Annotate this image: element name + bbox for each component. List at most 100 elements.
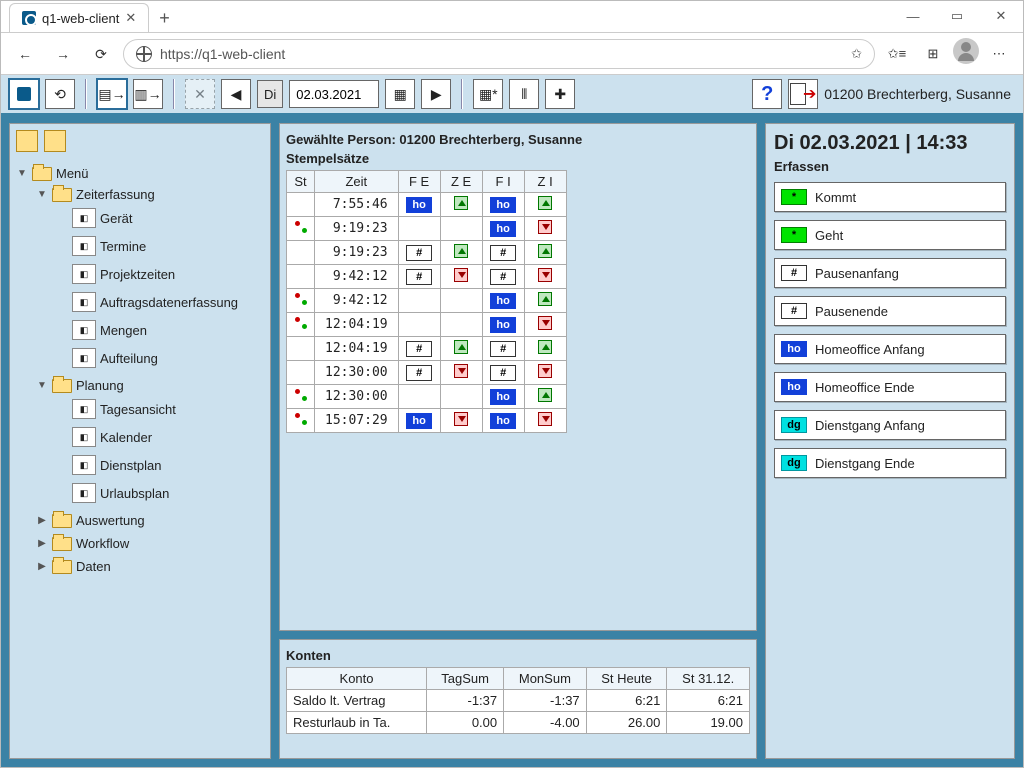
browser-tab[interactable]: q1-web-client ✕ (9, 3, 149, 32)
url-input[interactable] (160, 46, 843, 62)
table-row: Saldo lt. Vertrag-1:37-1:376:216:21 (287, 690, 750, 712)
favorites-button[interactable]: ✩≡ (881, 38, 913, 70)
table-row[interactable]: 9:19:23 ho (287, 217, 567, 241)
table-row[interactable]: 9:42:12 # # (287, 265, 567, 289)
action-label: Dienstgang Anfang (815, 418, 925, 433)
item-icon: ◧ (72, 292, 96, 312)
back-button[interactable]: ← (9, 38, 41, 70)
tree-label: Aufteilung (100, 351, 158, 366)
action-geht[interactable]: * Geht (774, 220, 1006, 250)
tree-item[interactable]: ◧Tagesansicht (54, 397, 266, 421)
arrow-down-icon (538, 316, 552, 330)
table-row[interactable]: 12:04:19 # # (287, 337, 567, 361)
status-dot-icon (295, 317, 307, 329)
menu-button[interactable]: ⋯ (983, 38, 1015, 70)
grid-settings-button[interactable]: ▦* (473, 79, 503, 109)
action-homeoffice ende[interactable]: ho Homeoffice Ende (774, 372, 1006, 402)
tree-folder[interactable]: ▶Workflow (34, 534, 266, 553)
app-toolbar: ⟲ ▤→ ▥→ ✕ ◀ Di ▦ ▶ ▦* ⫴ ✚ ? ➔ 01200 Brec… (1, 75, 1023, 115)
tree-item[interactable]: ◧Projektzeiten (54, 262, 266, 286)
table-row[interactable]: 12:30:00 # # (287, 361, 567, 385)
col-monsum: MonSum (504, 668, 587, 690)
tree-item[interactable]: ◧Dienstplan (54, 453, 266, 477)
layout-right-button[interactable]: ▥→ (133, 79, 163, 109)
action-kommt[interactable]: * Kommt (774, 182, 1006, 212)
arrow-down-icon (454, 412, 468, 426)
nav-tree: ▼Menü ▼Zeiterfassung ◧Gerät ◧Termine ◧Proj… (10, 158, 270, 758)
status-dot-icon (295, 293, 307, 305)
arrow-up-icon (538, 388, 552, 402)
action-pausenanfang[interactable]: # Pausenanfang (774, 258, 1006, 288)
logout-button[interactable]: ➔ (788, 79, 818, 109)
tree-item[interactable]: ◧Gerät (54, 206, 266, 230)
stempel-title: Stempelsätze (286, 149, 750, 168)
next-day-button[interactable]: ▶ (421, 79, 451, 109)
table-row[interactable]: 12:04:19 ho (287, 313, 567, 337)
folder-icon (52, 188, 72, 202)
stack-icon[interactable] (16, 130, 38, 152)
tree-item[interactable]: ◧ Auftragsdatenerfassung (54, 290, 266, 314)
item-icon: ◧ (72, 236, 96, 256)
action-dienstgang anfang[interactable]: dg Dienstgang Anfang (774, 410, 1006, 440)
reload-button[interactable]: ⟳ (85, 38, 117, 70)
new-doc-button[interactable]: ✚ (545, 79, 575, 109)
star-outline-icon[interactable]: ✩ (851, 46, 862, 62)
tree-item[interactable]: ◧Urlaubsplan (54, 481, 266, 505)
left-header (10, 124, 270, 158)
calendar-button[interactable]: ▦ (385, 79, 415, 109)
item-icon: ◧ (72, 427, 96, 447)
columns-button[interactable]: ⫴ (509, 79, 539, 109)
tree-item[interactable]: ◧Termine (54, 234, 266, 258)
action-label: Pausenanfang (815, 266, 899, 281)
new-tab-button[interactable]: + (159, 8, 170, 29)
action-label: Geht (815, 228, 843, 243)
arrow-up-icon (454, 340, 468, 354)
url-field[interactable]: ✩ (123, 39, 875, 69)
col-tagsum: TagSum (427, 668, 504, 690)
tree-folder[interactable]: ▶Auswertung (34, 511, 266, 530)
tree-item[interactable]: ◧Aufteilung (54, 346, 266, 370)
profile-avatar[interactable] (953, 38, 979, 64)
close-button[interactable]: ✕ (979, 0, 1023, 32)
home-button[interactable] (9, 79, 39, 109)
table-row: Resturlaub in Ta.0.00-4.0026.0019.00 (287, 712, 750, 734)
app-body: ▼Menü ▼Zeiterfassung ◧Gerät ◧Termine ◧Proj… (1, 115, 1023, 767)
minimize-button[interactable]: — (891, 0, 935, 32)
action-badge: * (781, 227, 807, 243)
action-dienstgang ende[interactable]: dg Dienstgang Ende (774, 448, 1006, 478)
action-label: Homeoffice Anfang (815, 342, 925, 357)
date-input[interactable] (289, 80, 379, 108)
table-row[interactable]: 12:30:00 ho (287, 385, 567, 409)
tree-item[interactable]: ◧Kalender (54, 425, 266, 449)
col-zi: Z I (524, 171, 566, 193)
tab-close-icon[interactable]: ✕ (125, 10, 136, 26)
stempel-table: St Zeit F E Z E F I Z I 7:55:46 ho ho 9:… (286, 170, 567, 433)
table-row[interactable]: 7:55:46 ho ho (287, 193, 567, 217)
action-homeoffice anfang[interactable]: ho Homeoffice Anfang (774, 334, 1006, 364)
help-button[interactable]: ? (752, 79, 782, 109)
table-row[interactable]: 9:19:23 # # (287, 241, 567, 265)
tree-menu-root[interactable]: ▼Menü (14, 164, 266, 183)
item-icon: ◧ (72, 208, 96, 228)
separator (461, 79, 463, 109)
tree-label: Menü (56, 166, 89, 181)
maximize-button[interactable]: ▭ (935, 0, 979, 32)
forward-button[interactable]: → (47, 38, 79, 70)
tree-planung[interactable]: ▼Planung (34, 376, 266, 395)
layout-left-button[interactable]: ▤→ (97, 79, 127, 109)
collections-button[interactable]: ⊞ (917, 38, 949, 70)
tree-label: Dienstplan (100, 458, 161, 473)
tree-zeiterfassung[interactable]: ▼Zeiterfassung (34, 185, 266, 204)
tree-folder[interactable]: ▶Daten (34, 557, 266, 576)
item-icon: ◧ (72, 320, 96, 340)
refresh-button[interactable]: ⟲ (45, 79, 75, 109)
tree-item[interactable]: ◧Mengen (54, 318, 266, 342)
page-icon[interactable] (44, 130, 66, 152)
action-pausenende[interactable]: # Pausenende (774, 296, 1006, 326)
status-dot-icon (295, 221, 307, 233)
table-row[interactable]: 9:42:12 ho (287, 289, 567, 313)
table-row[interactable]: 15:07:29 ho ho (287, 409, 567, 433)
tree-label: Auftragsdatenerfassung (100, 295, 238, 310)
prev-day-button[interactable]: ◀ (221, 79, 251, 109)
person-line: Gewählte Person: 01200 Brechterberg, Sus… (286, 130, 750, 149)
